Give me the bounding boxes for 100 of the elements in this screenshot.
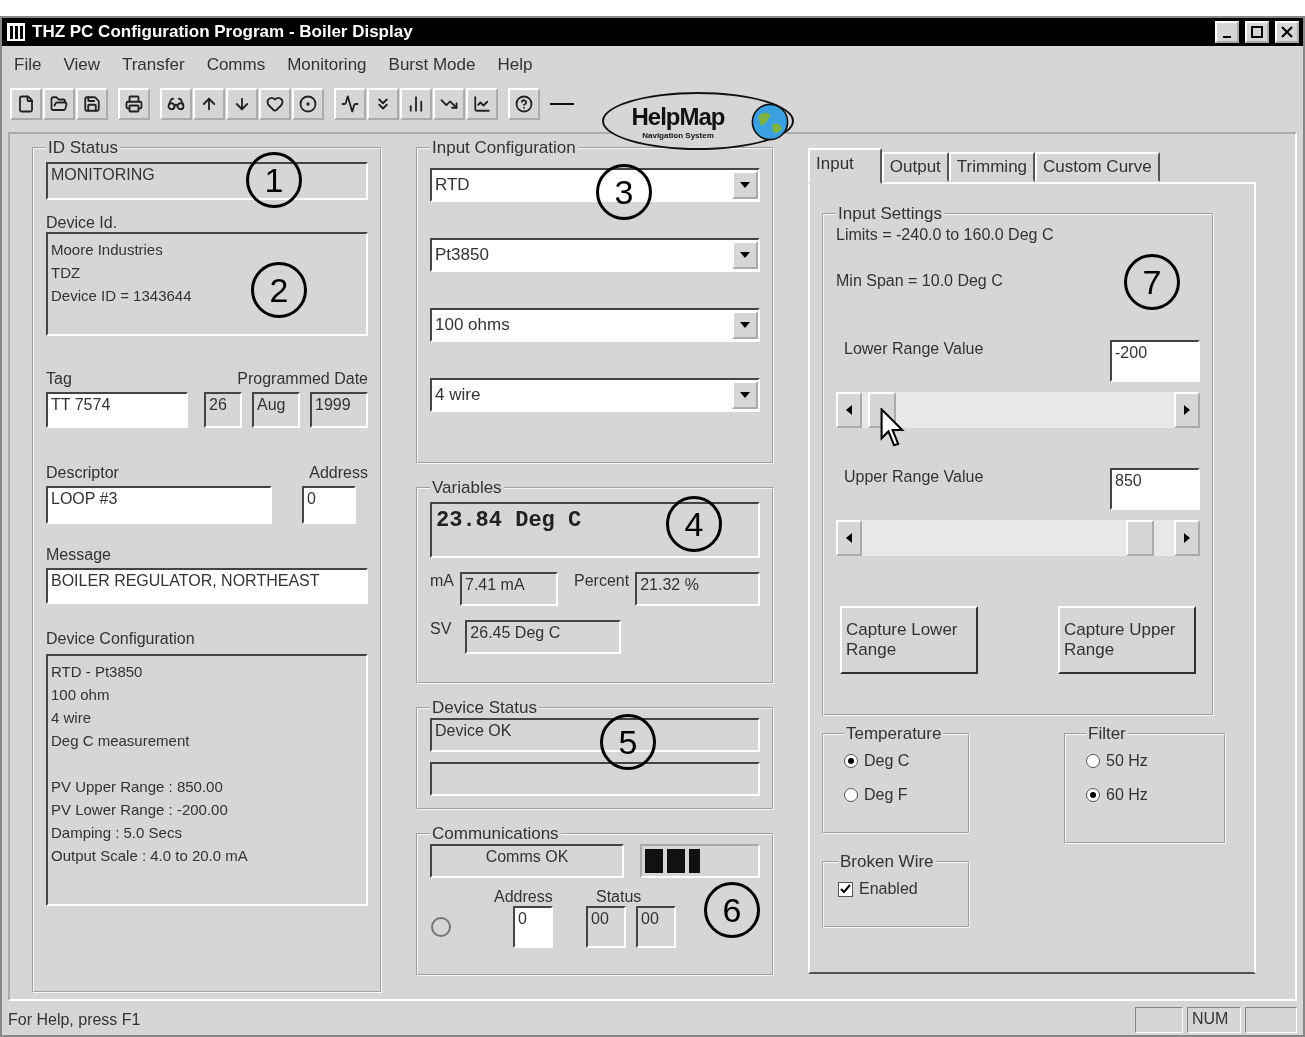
close-button[interactable]: [1275, 21, 1299, 43]
range-value-field[interactable]: 850: [1110, 468, 1200, 510]
caret-icon: [740, 322, 750, 328]
scroll-right-button[interactable]: [1174, 392, 1200, 428]
globe-icon: [750, 102, 790, 142]
dropdown-arrow-button[interactable]: [732, 381, 758, 409]
minimize-button[interactable]: [1215, 21, 1239, 43]
save-button[interactable]: [76, 88, 108, 120]
radio-label[interactable]: Deg F: [864, 786, 908, 804]
menu-item[interactable]: Burst Mode: [388, 55, 476, 75]
open-folder-icon: [50, 95, 68, 113]
field-label: Upper Range Value: [844, 468, 984, 486]
range-value-field[interactable]: -200: [1110, 340, 1200, 382]
radio-button[interactable]: [844, 788, 858, 802]
menu-item[interactable]: Monitoring: [287, 55, 367, 75]
checkbox[interactable]: [838, 881, 853, 897]
device-id-line: TDZ: [51, 263, 81, 283]
left-arrow-icon: [846, 405, 852, 415]
tab[interactable]: Trimming: [948, 152, 1036, 182]
group-title: Device Status: [431, 698, 538, 718]
dropdown-arrow-button[interactable]: [732, 241, 758, 269]
field-label: Address: [494, 888, 553, 906]
dropdown[interactable]: Pt3850: [430, 238, 760, 272]
menu-item[interactable]: File: [14, 55, 42, 75]
limits-text: Limits = -240.0 to 160.0 Deg C: [836, 226, 1054, 244]
scroll-left-button[interactable]: [836, 392, 862, 428]
date-field: 26: [204, 392, 242, 428]
field-label: SV: [430, 620, 452, 638]
address-field[interactable]: 0: [302, 486, 356, 524]
group-title: Input Configuration: [431, 138, 577, 158]
radio-label[interactable]: Deg C: [864, 752, 910, 770]
minimize-icon: [1223, 36, 1231, 38]
tag-field[interactable]: TT 7574: [46, 392, 188, 428]
line-chart-button[interactable]: [466, 88, 498, 120]
dropdown-arrow-button[interactable]: [732, 171, 758, 199]
caret-icon: [740, 392, 750, 398]
scroll-right-button[interactable]: [1174, 520, 1200, 556]
radio-label[interactable]: 50 Hz: [1106, 752, 1148, 770]
group-title: Variables: [431, 478, 503, 498]
dropdown-arrow-button[interactable]: [732, 311, 758, 339]
device-id-line: Device ID = 1343644: [51, 286, 192, 306]
radio-button[interactable]: [1086, 788, 1100, 802]
dropdown[interactable]: 100 ohms: [430, 308, 760, 342]
glasses-button[interactable]: [160, 88, 192, 120]
callout-number: 1: [246, 152, 302, 208]
radio-label[interactable]: 60 Hz: [1106, 786, 1148, 804]
tab[interactable]: Output: [881, 152, 949, 182]
right-arrow-icon: [1184, 405, 1190, 415]
upload-arrow-button[interactable]: [193, 88, 225, 120]
tab[interactable]: Input: [808, 148, 882, 184]
comms-status-field: Comms OK: [430, 844, 624, 878]
heart-button[interactable]: [259, 88, 291, 120]
configuration-line: RTD - Pt3850: [51, 662, 144, 682]
slider-thumb[interactable]: [1126, 520, 1155, 556]
window-title: THZ PC Configuration Program - Boiler Display: [32, 22, 414, 42]
caret-icon: [740, 252, 750, 258]
group-title: ID Status: [47, 138, 119, 158]
callout-number: 7: [1124, 254, 1180, 310]
dropdown[interactable]: 4 wire: [430, 378, 760, 412]
radio-button[interactable]: [844, 754, 858, 768]
capture-button[interactable]: Capture Lower Range: [840, 606, 978, 674]
left-arrow-icon: [846, 533, 852, 543]
message-field[interactable]: BOILER REGULATOR, NORTHEAST: [46, 568, 368, 604]
close-icon: [1281, 26, 1293, 38]
new-document-icon: [17, 95, 35, 113]
checkbox-label[interactable]: Enabled: [859, 880, 918, 898]
status-code-field: 00: [636, 906, 676, 948]
app-icon: [6, 22, 26, 42]
configuration-line: Deg C measurement: [51, 731, 190, 751]
field-label: Lower Range Value: [844, 340, 984, 358]
descriptor-field[interactable]: LOOP #3: [46, 486, 272, 524]
pulse-button[interactable]: [334, 88, 366, 120]
trend-button[interactable]: [433, 88, 465, 120]
new-document-button[interactable]: [10, 88, 42, 120]
percent-field: 21.32 %: [635, 572, 760, 606]
group-title: Input Settings: [837, 204, 943, 224]
field-label: Programmed Date: [237, 370, 368, 388]
menu-item[interactable]: Help: [497, 55, 533, 75]
scroll-left-button[interactable]: [836, 520, 862, 556]
menu-item[interactable]: View: [63, 55, 100, 75]
target-button[interactable]: [292, 88, 324, 120]
help-button[interactable]: [508, 88, 540, 120]
comms-address-field[interactable]: 0: [513, 906, 553, 948]
bar-chart-button[interactable]: [400, 88, 432, 120]
maximize-icon: [1251, 26, 1263, 38]
print-button[interactable]: [118, 88, 150, 120]
download-arrow-button[interactable]: [226, 88, 258, 120]
chevrons-button[interactable]: [367, 88, 399, 120]
maximize-button[interactable]: [1245, 21, 1269, 43]
field-label: Message: [46, 546, 111, 564]
menu-item[interactable]: Comms: [206, 55, 266, 75]
menu-item[interactable]: Transfer: [121, 55, 185, 75]
tab[interactable]: Custom Curve: [1035, 152, 1160, 182]
glasses-icon: [167, 95, 185, 113]
status-panel: [1245, 1007, 1297, 1033]
open-folder-button[interactable]: [43, 88, 75, 120]
capture-button[interactable]: Capture Upper Range: [1058, 606, 1196, 674]
indicator-light-icon: [430, 916, 452, 938]
radio-button[interactable]: [1086, 754, 1100, 768]
field-label: Percent: [574, 572, 630, 590]
